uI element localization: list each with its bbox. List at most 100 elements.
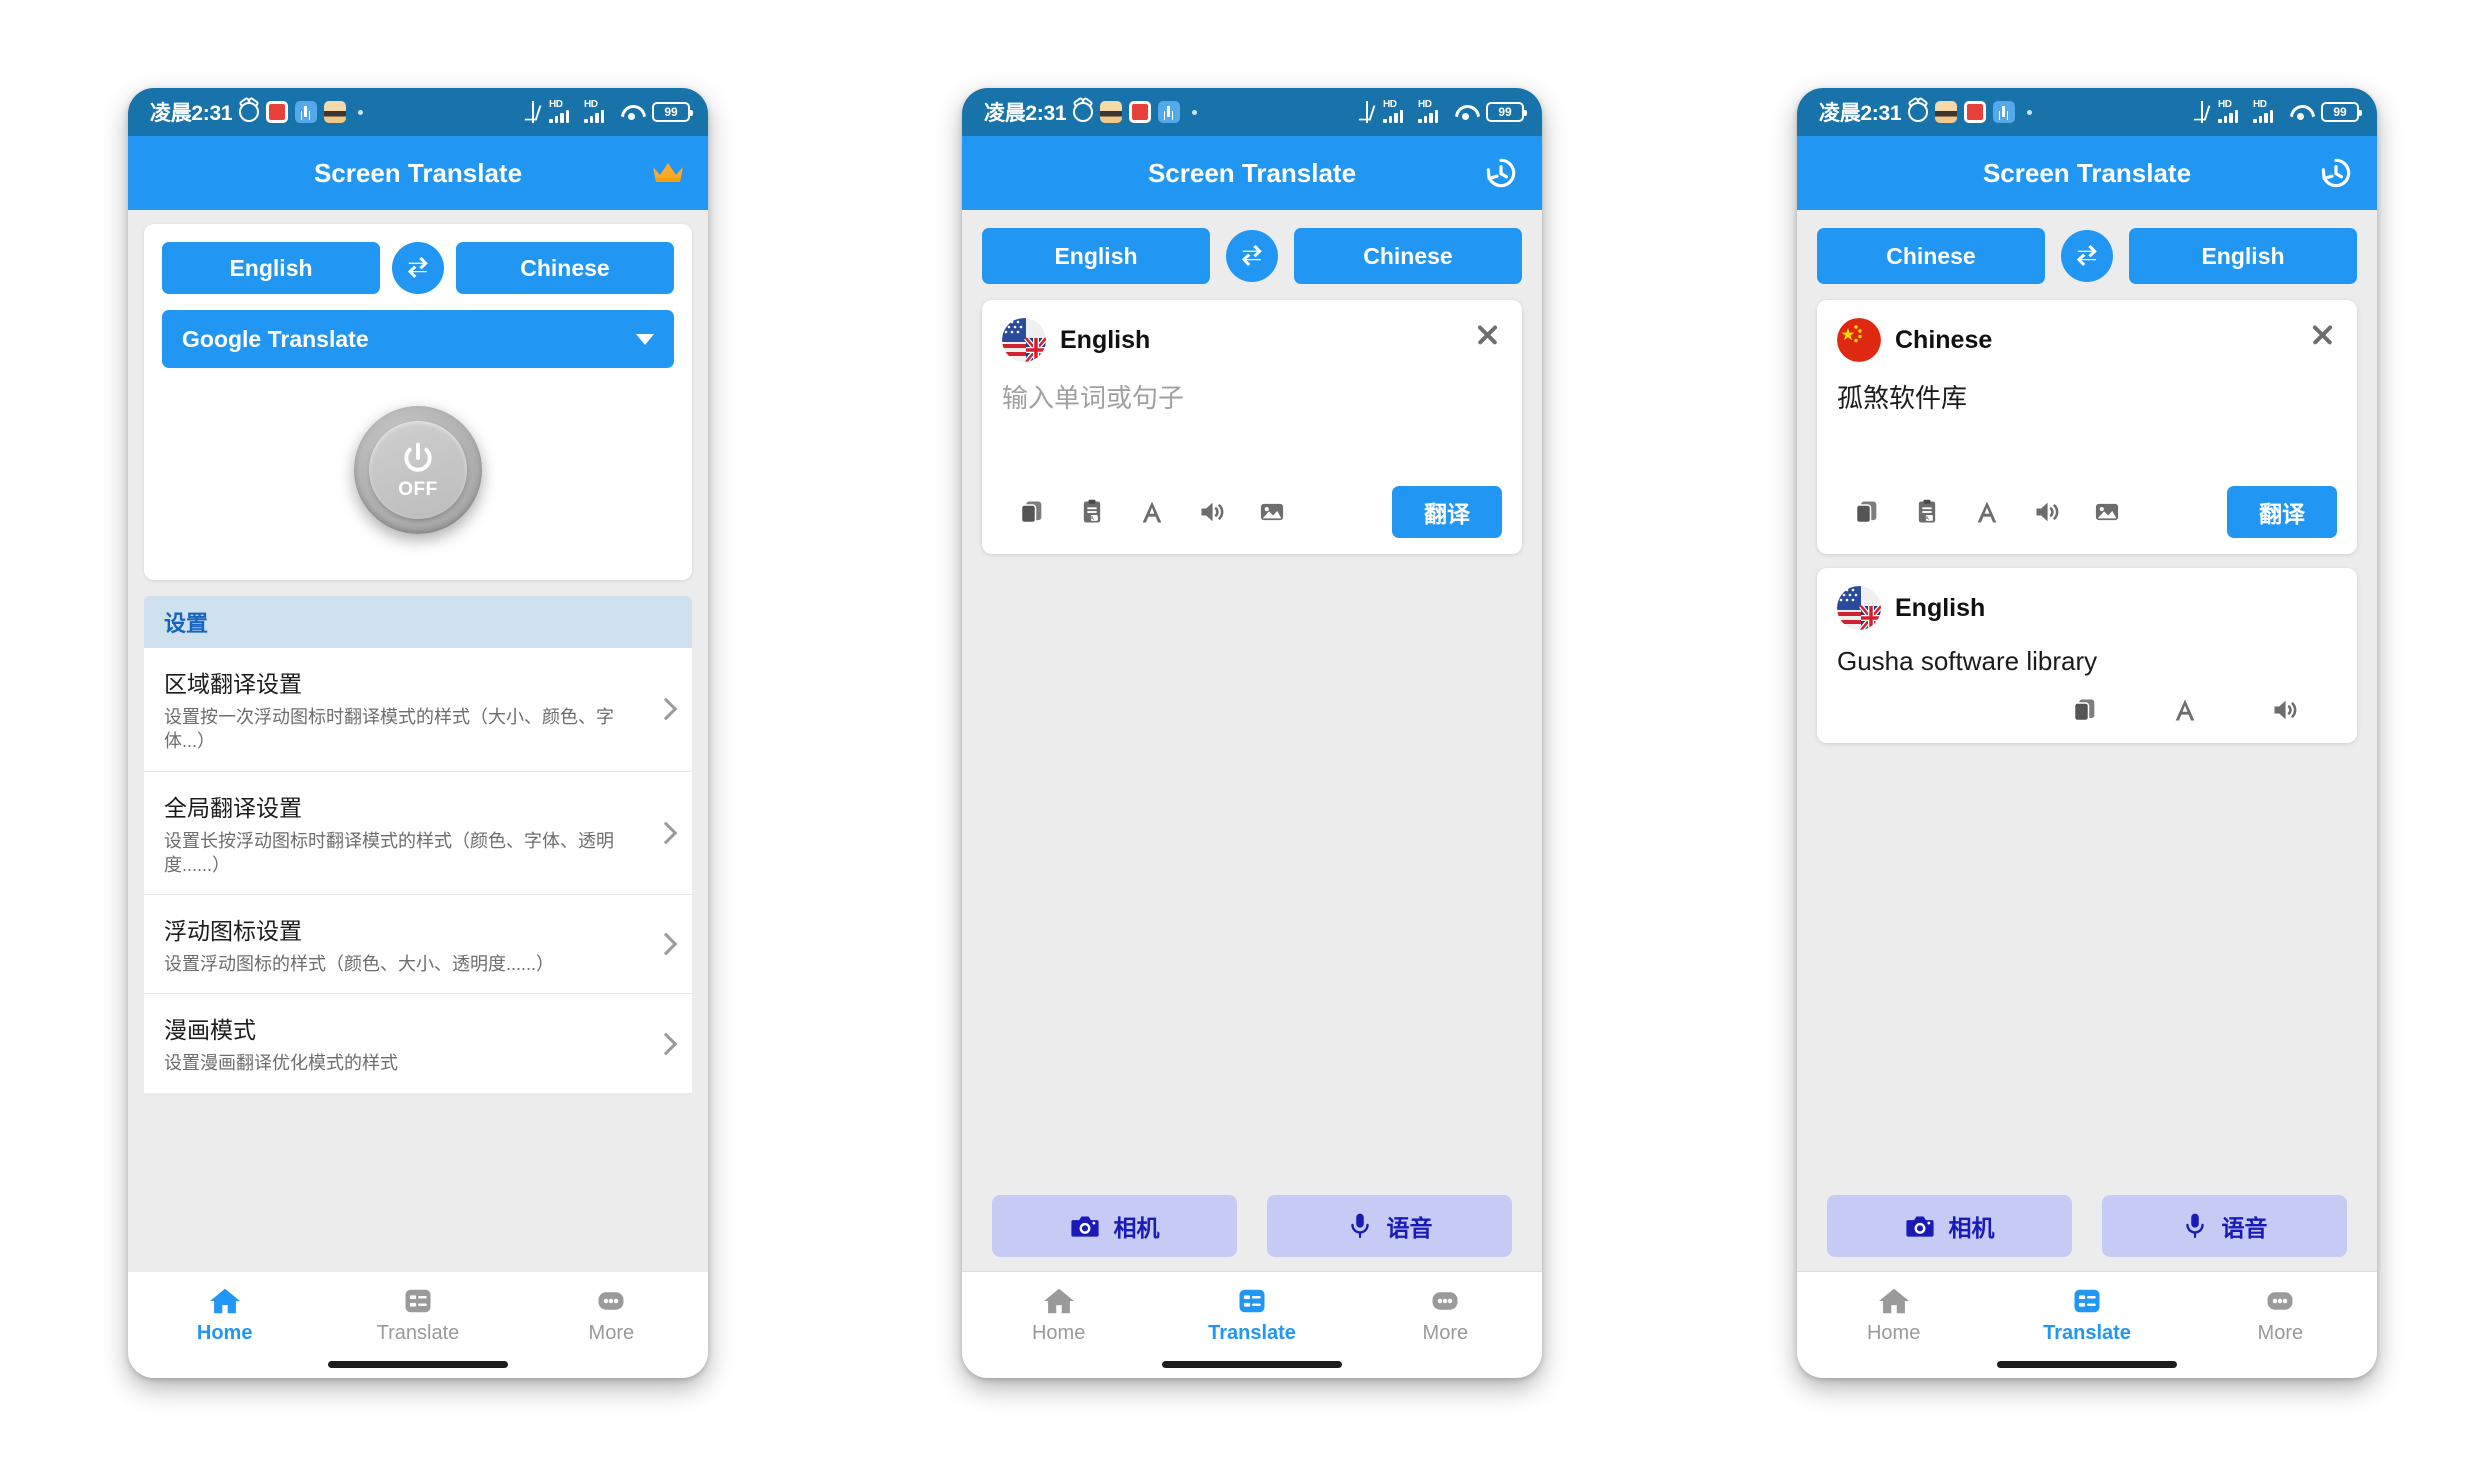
camera-icon [1070,1216,1099,1237]
translate-icon [1239,1289,1265,1313]
target-language-button[interactable]: Chinese [1294,228,1522,284]
gesture-bar[interactable] [1997,1361,2177,1368]
translate-button[interactable]: 翻译 [2227,486,2337,538]
hd-label: HD [549,99,563,110]
image-icon[interactable] [2077,489,2137,535]
bluetooth-icon [2195,101,2209,123]
tab-more-label: More [588,1322,635,1344]
tab-home[interactable]: Home [962,1282,1155,1347]
source-text-area[interactable]: 孤煞软件库 [1837,362,2337,472]
status-bar: 凌晨2:31 HD HD 99 [128,88,708,136]
app-bar: Screen Translate [128,136,708,210]
translate-engine-label: Google Translate [182,325,369,352]
power-toggle-button[interactable]: OFF [354,406,482,534]
phone-3-result-screen: 凌晨2:31 HD HD 99 Screen Translate Chinese… [1797,88,2377,1378]
card-action-row: A 翻译 [1002,486,1502,538]
signal-bars [1383,110,1403,123]
chevron-right-icon [654,821,678,845]
source-language-button[interactable]: English [162,242,380,294]
phone-2-content: English Chinese English 输入单词或句子 A 翻译 相机 … [962,210,1542,1272]
phone-3-content: Chinese English Chinese 孤煞软件库 A 翻译 Engli… [1797,210,2377,1272]
more-icon [598,1292,624,1310]
power-toggle-inner: OFF [369,421,467,519]
sidebar-item-floating-icon[interactable]: 浮动图标设置 设置浮动图标的样式（颜色、大小、透明度......） [144,895,692,995]
source-input-card: English 输入单词或句子 A 翻译 [982,300,1522,554]
voice-button[interactable]: 语音 [2102,1195,2347,1257]
gesture-bar[interactable] [1162,1361,1342,1368]
source-language-button[interactable]: English [982,228,1210,284]
paste-icon[interactable]: A [1897,489,1957,535]
voice-button[interactable]: 语音 [1267,1195,1512,1257]
paste-icon[interactable]: A [1062,489,1122,535]
source-input-value: 孤煞软件库 [1837,383,1968,413]
power-toggle-wrap: OFF [144,368,692,580]
source-text-area[interactable]: 输入单词或句子 [1002,362,1502,472]
app-tan-icon [1935,101,1958,123]
tab-more[interactable]: More [2184,1282,2377,1347]
camera-voice-row: 相机 语音 [1797,1181,2377,1272]
tab-home[interactable]: Home [128,1282,321,1347]
image-icon[interactable] [1242,489,1302,535]
translate-engine-dropdown[interactable]: Google Translate [162,310,674,368]
setting-description: 设置按一次浮动图标时翻译模式的样式（大小、颜色、字体...） [164,707,614,752]
tab-translate[interactable]: Translate [1990,1282,2183,1347]
target-language-button[interactable]: Chinese [456,242,674,294]
phone-1-content: English Chinese Google Translate OFF 设置 … [128,210,708,1272]
microphone-icon [2185,1213,2204,1238]
battery-level: 99 [664,105,678,119]
history-icon[interactable] [2317,154,2355,192]
copy-icon[interactable] [1837,489,1897,535]
tab-translate[interactable]: Translate [321,1282,514,1347]
signal-bars [2218,110,2238,123]
card-header: English [1002,318,1502,362]
language-selector-row: English Chinese [144,224,692,294]
source-input-card: Chinese 孤煞软件库 A 翻译 [1817,300,2357,554]
speaker-icon[interactable] [2255,687,2315,733]
uk-us-flag-icon [1837,586,1881,630]
setting-description: 设置漫画翻译优化模式的样式 [164,1053,398,1074]
power-state-label: OFF [398,478,438,500]
crown-icon[interactable] [650,159,686,187]
tab-translate-label: Translate [2043,1322,2131,1344]
status-bar-time: 凌晨2:31 [150,102,233,125]
tab-translate[interactable]: Translate [1155,1282,1348,1347]
target-language-button[interactable]: English [2129,228,2357,284]
tab-more[interactable]: More [515,1282,708,1347]
camera-button-label: 相机 [1948,1215,1995,1241]
swap-languages-button[interactable] [2061,230,2113,282]
translate-button[interactable]: 翻译 [1392,486,1502,538]
camera-button[interactable]: 相机 [992,1195,1237,1257]
history-icon[interactable] [1482,154,1520,192]
copy-icon[interactable] [1002,489,1062,535]
gesture-bar[interactable] [328,1361,508,1368]
speaker-icon[interactable] [2017,489,2077,535]
sidebar-item-global-translate[interactable]: 全局翻译设置 设置长按浮动图标时翻译模式的样式（颜色、字体、透明度......） [144,772,692,896]
sidebar-item-comic-mode[interactable]: 漫画模式 设置漫画翻译优化模式的样式 [144,994,692,1092]
hd-label: HD [2218,99,2232,110]
battery-icon: 99 [652,102,693,122]
tab-more[interactable]: More [1349,1282,1542,1347]
tab-home[interactable]: Home [1797,1282,1990,1347]
setting-texts: 全局翻译设置 设置长按浮动图标时翻译模式的样式（颜色、字体、透明度......） [164,789,644,878]
font-icon[interactable] [1122,489,1182,535]
copy-icon[interactable] [2055,687,2115,733]
wifi-icon [619,102,643,122]
close-icon[interactable] [2307,320,2337,350]
speaker-icon[interactable] [1182,489,1242,535]
app-blue-icon [295,101,318,123]
app-red-icon [1964,101,1987,123]
camera-button[interactable]: 相机 [1827,1195,2072,1257]
bluetooth-icon [1360,101,1374,123]
font-icon[interactable] [1957,489,2017,535]
source-language-button[interactable]: Chinese [1817,228,2045,284]
close-icon[interactable] [1472,320,1502,350]
font-icon[interactable] [2155,687,2215,733]
sidebar-item-region-translate[interactable]: 区域翻译设置 设置按一次浮动图标时翻译模式的样式（大小、颜色、字体...） [144,648,692,772]
tab-more-label: More [1422,1322,1469,1344]
swap-languages-button[interactable] [392,242,444,294]
swap-horizontal-icon [1241,245,1262,266]
svg-text:A: A [1090,516,1094,522]
tab-home-label: Home [196,1322,253,1344]
swap-languages-button[interactable] [1226,230,1278,282]
